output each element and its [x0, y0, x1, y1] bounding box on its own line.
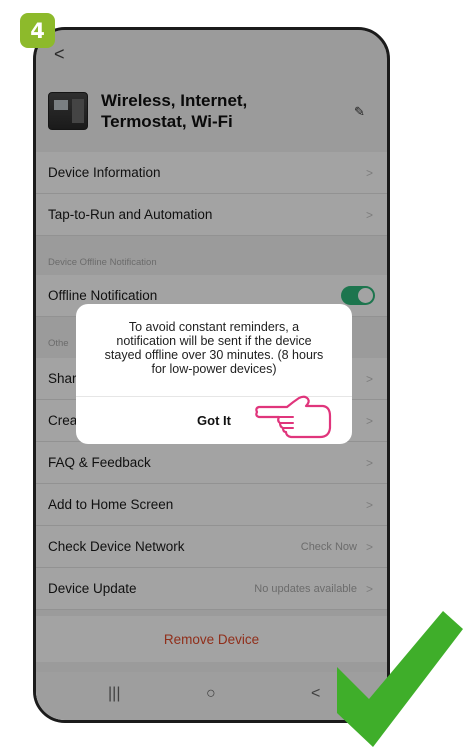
step-badge: 4 — [20, 13, 55, 48]
dialog-message-line: for low-power devices) — [151, 362, 277, 376]
dialog-message-line: To avoid constant reminders, a — [128, 320, 300, 334]
checkmark-icon — [337, 611, 463, 747]
dialog-message-line: stayed offline over 30 minutes. (8 hours — [104, 348, 324, 362]
dialog-message-line: notification will be sent if the device — [116, 334, 312, 348]
pointing-hand-icon — [255, 395, 332, 439]
dialog-message: To avoid constant reminders, a notificat… — [90, 320, 338, 376]
